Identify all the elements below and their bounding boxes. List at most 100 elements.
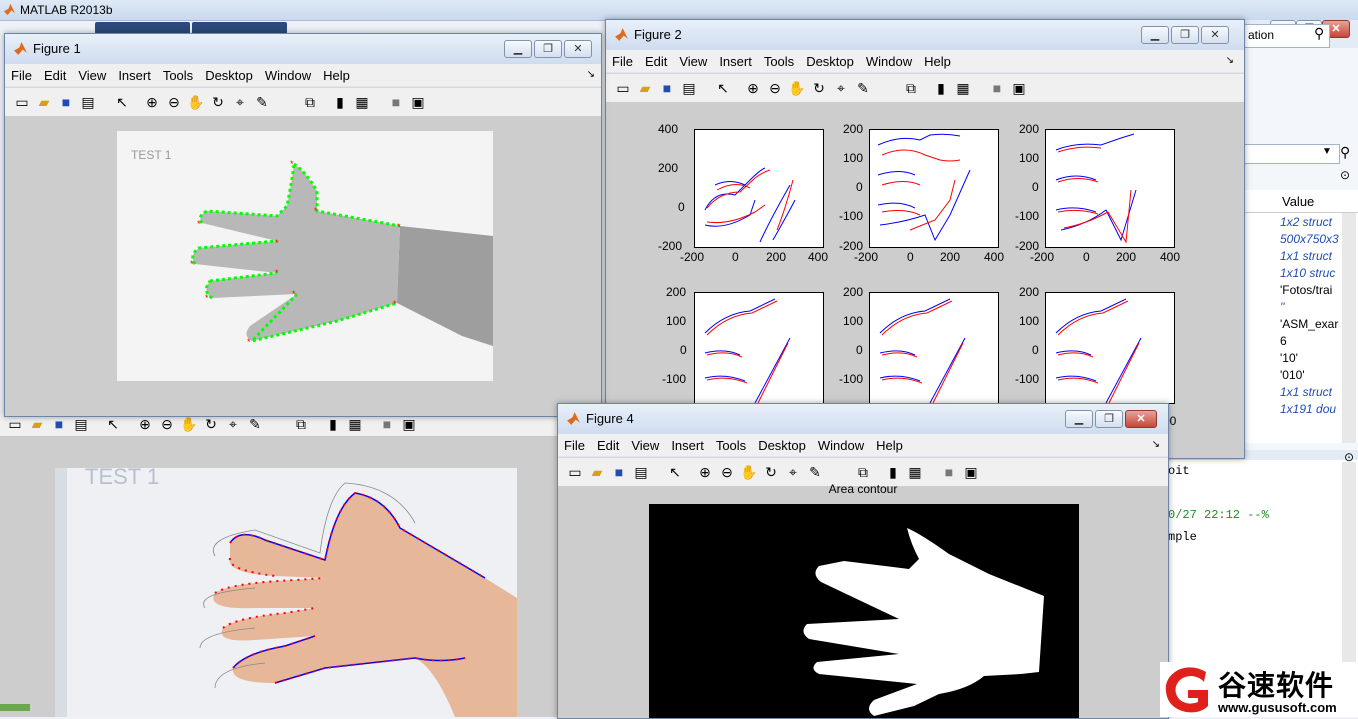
menu-view[interactable]: View bbox=[625, 434, 665, 453]
new-figure-icon[interactable]: ▭ bbox=[614, 79, 632, 97]
figure-4-title-bar[interactable]: Figure 4 ▁ ❐ ✕ bbox=[558, 404, 1168, 434]
link-icon[interactable]: ⧉ bbox=[854, 463, 872, 481]
menu-tools[interactable]: Tools bbox=[710, 434, 752, 453]
menu-window[interactable]: Window bbox=[259, 64, 317, 83]
hide-tools-icon[interactable]: ■ bbox=[378, 415, 396, 433]
pointer-icon[interactable]: ↖ bbox=[666, 463, 684, 481]
minimize-button[interactable]: ▁ bbox=[504, 40, 532, 58]
zoom-out-icon[interactable]: ⊖ bbox=[165, 93, 183, 111]
menu-file[interactable]: File bbox=[5, 64, 38, 83]
link-icon[interactable]: ⧉ bbox=[292, 415, 310, 433]
figure-4-window[interactable]: Figure 4 ▁ ❐ ✕ File Edit View Insert Tools Desk… bbox=[557, 403, 1169, 719]
pan-icon[interactable]: ✋ bbox=[180, 415, 198, 433]
pointer-icon[interactable]: ↖ bbox=[104, 415, 122, 433]
menu-edit[interactable]: Edit bbox=[38, 64, 72, 83]
zoom-in-icon[interactable]: ⊕ bbox=[696, 463, 714, 481]
pan-icon[interactable]: ✋ bbox=[740, 463, 758, 481]
menu-tools[interactable]: Tools bbox=[157, 64, 199, 83]
show-tools-icon[interactable]: ▣ bbox=[400, 415, 418, 433]
data-cursor-icon[interactable]: ⌖ bbox=[231, 93, 249, 111]
menu-insert[interactable]: Insert bbox=[665, 434, 710, 453]
value-cell[interactable]: 1x10 struc bbox=[1280, 266, 1335, 280]
search-icon[interactable]: ⚲ bbox=[1340, 144, 1350, 161]
value-cell[interactable]: 1x1 struct bbox=[1280, 385, 1332, 399]
maximize-button[interactable]: ❐ bbox=[1171, 26, 1199, 44]
figure-2-window[interactable]: Figure 2 ▁ ❐ ✕ File Edit View Insert Tools Desk… bbox=[605, 19, 1245, 459]
menu-file[interactable]: File bbox=[558, 434, 591, 453]
link-icon[interactable]: ⧉ bbox=[301, 93, 319, 111]
print-icon[interactable]: ▤ bbox=[72, 415, 90, 433]
hide-tools-icon[interactable]: ■ bbox=[387, 93, 405, 111]
dock-arrow-icon[interactable]: ↘ bbox=[1152, 439, 1160, 450]
open-file-icon[interactable]: ▰ bbox=[636, 79, 654, 97]
save-icon[interactable]: ■ bbox=[610, 463, 628, 481]
maximize-button[interactable]: ❐ bbox=[1095, 410, 1123, 428]
rotate-icon[interactable]: ↻ bbox=[810, 79, 828, 97]
new-figure-icon[interactable]: ▭ bbox=[566, 463, 584, 481]
brush-icon[interactable]: ✎ bbox=[854, 79, 872, 97]
zoom-in-icon[interactable]: ⊕ bbox=[136, 415, 154, 433]
zoom-out-icon[interactable]: ⊖ bbox=[718, 463, 736, 481]
zoom-in-icon[interactable]: ⊕ bbox=[143, 93, 161, 111]
menu-insert[interactable]: Insert bbox=[713, 50, 758, 69]
show-tools-icon[interactable]: ▣ bbox=[409, 93, 427, 111]
save-icon[interactable]: ■ bbox=[50, 415, 68, 433]
menu-help[interactable]: Help bbox=[918, 50, 957, 69]
panel-menu-icon[interactable]: ⊙ bbox=[1340, 168, 1350, 182]
menu-view[interactable]: View bbox=[72, 64, 112, 83]
value-cell[interactable]: 1x2 struct bbox=[1280, 215, 1332, 229]
background-figure[interactable]: ▭ ▰ ■ ▤ ↖ ⊕ ⊖ ✋ ↻ ⌖ ✎ ⧉ ▮ ▦ ■ ▣ TEST 1 bbox=[0, 410, 560, 717]
menu-insert[interactable]: Insert bbox=[112, 64, 157, 83]
pointer-icon[interactable]: ↖ bbox=[113, 93, 131, 111]
menu-desktop[interactable]: Desktop bbox=[752, 434, 812, 453]
menu-window[interactable]: Window bbox=[812, 434, 870, 453]
menu-help[interactable]: Help bbox=[317, 64, 356, 83]
chevron-down-icon[interactable]: ▼ bbox=[1322, 146, 1332, 157]
legend-icon[interactable]: ▦ bbox=[954, 79, 972, 97]
value-cell[interactable]: '10' bbox=[1280, 351, 1298, 365]
panel-menu-icon[interactable]: ⊙ bbox=[1344, 450, 1354, 464]
new-figure-icon[interactable]: ▭ bbox=[13, 93, 31, 111]
print-icon[interactable]: ▤ bbox=[680, 79, 698, 97]
menu-edit[interactable]: Edit bbox=[639, 50, 673, 69]
command-scrollbar[interactable] bbox=[1342, 462, 1356, 662]
menu-help[interactable]: Help bbox=[870, 434, 909, 453]
dock-arrow-icon[interactable]: ↘ bbox=[587, 69, 595, 80]
menu-desktop[interactable]: Desktop bbox=[800, 50, 860, 69]
data-cursor-icon[interactable]: ⌖ bbox=[224, 415, 242, 433]
close-button[interactable]: ✕ bbox=[1125, 410, 1157, 428]
data-cursor-icon[interactable]: ⌖ bbox=[832, 79, 850, 97]
value-cell[interactable]: 1x1 struct bbox=[1280, 249, 1332, 263]
menu-tools[interactable]: Tools bbox=[758, 50, 800, 69]
colorbar-icon[interactable]: ▮ bbox=[331, 93, 349, 111]
open-file-icon[interactable]: ▰ bbox=[28, 415, 46, 433]
menu-file[interactable]: File bbox=[606, 50, 639, 69]
colorbar-icon[interactable]: ▮ bbox=[324, 415, 342, 433]
colorbar-icon[interactable]: ▮ bbox=[884, 463, 902, 481]
show-tools-icon[interactable]: ▣ bbox=[962, 463, 980, 481]
value-cell[interactable]: 'ASM_exar bbox=[1280, 317, 1338, 331]
rotate-icon[interactable]: ↻ bbox=[762, 463, 780, 481]
hide-tools-icon[interactable]: ■ bbox=[940, 463, 958, 481]
value-cell[interactable]: 1x191 dou bbox=[1280, 402, 1336, 416]
value-cell[interactable]: 500x750x3 bbox=[1280, 232, 1339, 246]
data-cursor-icon[interactable]: ⌖ bbox=[784, 463, 802, 481]
pan-icon[interactable]: ✋ bbox=[788, 79, 806, 97]
figure-1-window[interactable]: Figure 1 ▁ ❐ ✕ File Edit View Insert Tools Desk… bbox=[4, 33, 602, 417]
minimize-button[interactable]: ▁ bbox=[1065, 410, 1093, 428]
value-cell[interactable]: 'Fotos/trai bbox=[1280, 283, 1332, 297]
save-icon[interactable]: ■ bbox=[658, 79, 676, 97]
show-tools-icon[interactable]: ▣ bbox=[1010, 79, 1028, 97]
figure-2-title-bar[interactable]: Figure 2 ▁ ❐ ✕ bbox=[606, 20, 1244, 50]
search-icon[interactable]: ⚲ bbox=[1314, 25, 1324, 42]
maximize-button[interactable]: ❐ bbox=[534, 40, 562, 58]
print-icon[interactable]: ▤ bbox=[632, 463, 650, 481]
close-button[interactable]: ✕ bbox=[1201, 26, 1229, 44]
new-figure-icon[interactable]: ▭ bbox=[6, 415, 24, 433]
value-column-header[interactable]: Value bbox=[1244, 190, 1358, 213]
menu-edit[interactable]: Edit bbox=[591, 434, 625, 453]
pan-icon[interactable]: ✋ bbox=[187, 93, 205, 111]
brush-icon[interactable]: ✎ bbox=[246, 415, 264, 433]
value-cell[interactable]: 6 bbox=[1280, 334, 1287, 348]
zoom-in-icon[interactable]: ⊕ bbox=[744, 79, 762, 97]
